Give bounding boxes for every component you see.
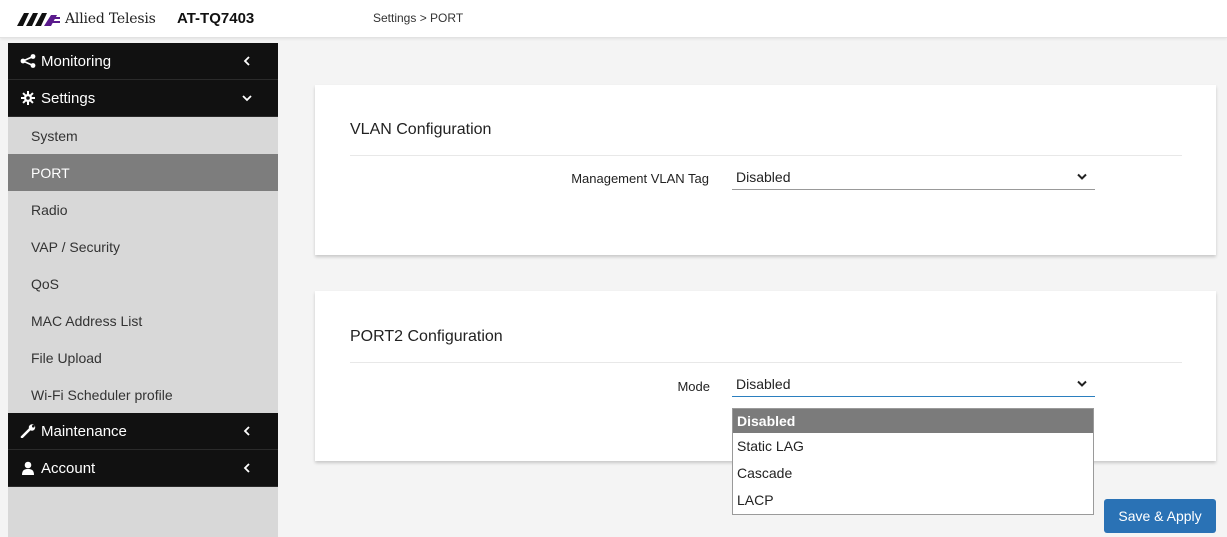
sidebar-item-vap-security[interactable]: VAP / Security	[8, 228, 278, 265]
user-icon	[19, 460, 37, 476]
chevron-left-icon	[243, 426, 250, 436]
chevron-down-icon	[242, 95, 252, 102]
dropdown-option-disabled[interactable]: Disabled	[733, 409, 1093, 433]
sidebar-item-label: Wi-Fi Scheduler profile	[31, 386, 173, 403]
sidebar-item-mac-address-list[interactable]: MAC Address List	[8, 302, 278, 339]
device-model: AT-TQ7403	[177, 10, 255, 27]
card-title: PORT2 Configuration	[350, 328, 503, 345]
mode-label: Mode	[677, 379, 710, 394]
sidebar: Monitoring Settings System PORT Radio VA…	[8, 43, 278, 537]
share-icon	[19, 53, 37, 69]
sidebar-item-radio[interactable]: Radio	[8, 191, 278, 228]
management-vlan-tag-label: Management VLAN Tag	[571, 171, 709, 186]
sidebar-group-label: Maintenance	[41, 422, 127, 440]
sidebar-item-wifi-scheduler[interactable]: Wi-Fi Scheduler profile	[8, 376, 278, 413]
chevron-down-icon	[1077, 380, 1087, 387]
sidebar-group-maintenance[interactable]: Maintenance	[8, 413, 278, 450]
mode-dropdown-list: Disabled Static LAG Cascade LACP	[732, 408, 1094, 515]
save-apply-button[interactable]: Save & Apply	[1104, 499, 1216, 533]
sidebar-item-qos[interactable]: QoS	[8, 265, 278, 302]
sidebar-group-account[interactable]: Account	[8, 450, 278, 487]
divider	[350, 155, 1182, 156]
sidebar-item-label: VAP / Security	[31, 238, 120, 255]
sidebar-item-label: Radio	[31, 201, 68, 218]
chevron-down-icon	[1077, 173, 1087, 180]
vlan-configuration-card: VLAN Configuration Management VLAN Tag D…	[315, 85, 1216, 255]
divider	[350, 362, 1182, 363]
brand-name: Allied Telesis	[65, 11, 156, 27]
top-bar: Allied Telesis AT-TQ7403 Settings > PORT	[0, 0, 1227, 38]
logo-mark-icon	[17, 13, 60, 26]
sidebar-group-settings[interactable]: Settings	[8, 80, 278, 117]
sidebar-group-label: Monitoring	[41, 52, 112, 70]
sidebar-item-port[interactable]: PORT	[8, 154, 278, 191]
sidebar-item-system[interactable]: System	[8, 117, 278, 154]
sidebar-group-label: Settings	[41, 89, 96, 107]
sidebar-item-label: System	[31, 127, 78, 144]
mode-select[interactable]: Disabled	[732, 373, 1095, 397]
sidebar-item-file-upload[interactable]: File Upload	[8, 339, 278, 376]
dropdown-option-static-lag[interactable]: Static LAG	[733, 433, 1093, 460]
allied-telesis-logo: Allied Telesis	[17, 9, 156, 29]
select-value: Disabled	[736, 169, 791, 185]
sidebar-item-label: File Upload	[31, 349, 102, 366]
sidebar-group-label: Account	[41, 459, 96, 477]
wrench-icon	[19, 423, 37, 439]
dropdown-option-lacp[interactable]: LACP	[733, 487, 1093, 514]
sidebar-group-monitoring[interactable]: Monitoring	[8, 43, 278, 80]
management-vlan-tag-select[interactable]: Disabled	[732, 166, 1095, 190]
card-title: VLAN Configuration	[350, 121, 492, 138]
chevron-left-icon	[243, 463, 250, 473]
sidebar-item-label: QoS	[31, 275, 60, 292]
breadcrumb: Settings > PORT	[373, 11, 464, 25]
dropdown-option-cascade[interactable]: Cascade	[733, 460, 1093, 487]
gear-icon	[19, 90, 37, 106]
sidebar-item-label: MAC Address List	[31, 312, 143, 329]
chevron-left-icon	[243, 56, 250, 66]
sidebar-item-label: PORT	[31, 164, 70, 181]
select-value: Disabled	[736, 376, 791, 392]
